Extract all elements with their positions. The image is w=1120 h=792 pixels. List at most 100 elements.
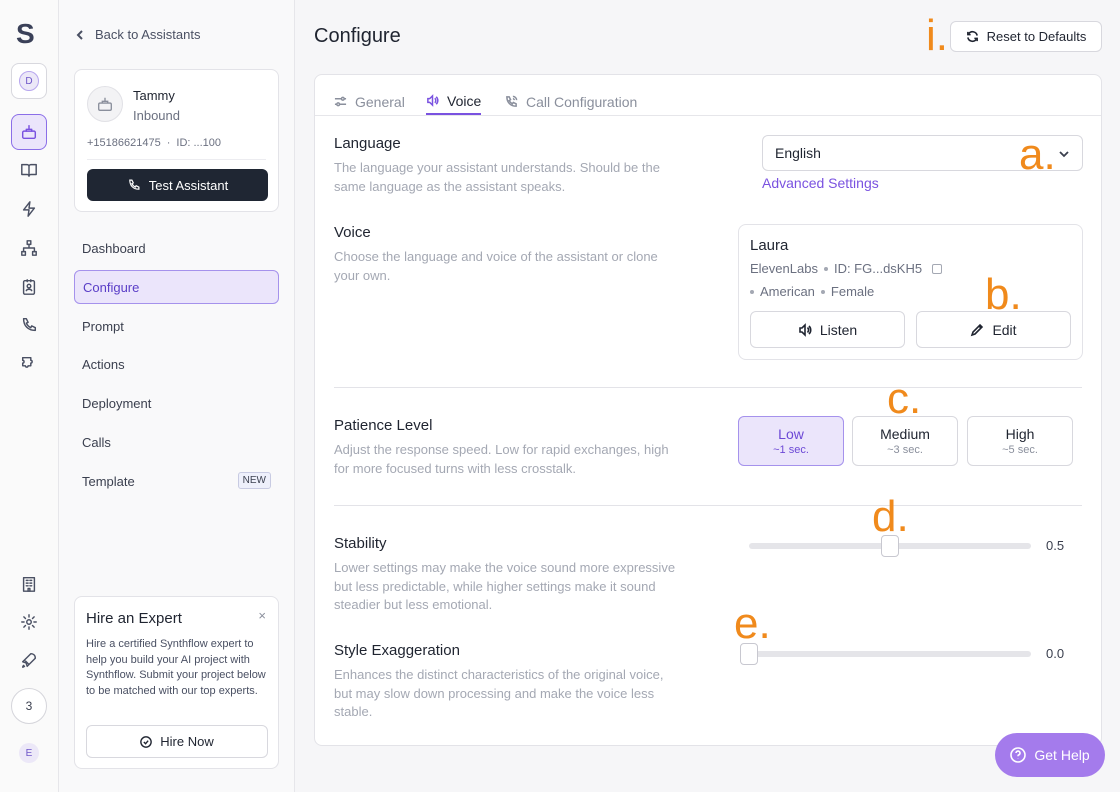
tab-general[interactable]: General	[334, 88, 405, 115]
style-description: Enhances the distinct characteristics of…	[334, 667, 664, 719]
actions-icon[interactable]	[11, 191, 47, 227]
advanced-settings-link[interactable]: Advanced Settings	[762, 175, 879, 191]
section-divider	[334, 387, 1082, 388]
assistant-card: Tammy Inbound +15186621475 · ID: ...100 …	[74, 69, 279, 212]
annotation-a: a.	[1019, 130, 1056, 179]
help-icon	[1010, 747, 1027, 763]
hire-now-button[interactable]: Hire Now	[86, 725, 268, 758]
workspace-avatar[interactable]: D	[11, 63, 47, 99]
listen-button[interactable]: Listen	[750, 311, 905, 348]
nav-calls[interactable]: Calls	[74, 425, 279, 459]
sliders-icon	[334, 96, 347, 107]
notification-count[interactable]: 3	[11, 688, 47, 724]
style-slider-thumb[interactable]	[740, 643, 758, 665]
nav-configure[interactable]: Configure	[74, 270, 279, 304]
speaker-icon	[799, 322, 812, 337]
chevron-left-icon	[76, 29, 83, 40]
tab-general-label: General	[355, 93, 405, 110]
hire-description: Hire a certified Synthflow expert to hel…	[86, 638, 266, 697]
dot-separator	[820, 289, 825, 294]
synthflow-logo[interactable]: S	[16, 18, 35, 50]
hire-now-label: Hire Now	[160, 734, 214, 749]
assistant-name: Tammy	[133, 88, 175, 103]
annotation-e: e.	[734, 599, 771, 648]
calls-icon[interactable]	[11, 307, 47, 343]
new-badge: NEW	[237, 472, 271, 489]
patience-low-button[interactable]: Low ~1 sec.	[738, 416, 844, 466]
integrations-icon[interactable]	[11, 346, 47, 382]
assistant-type: Inbound	[133, 108, 180, 123]
speaker-icon	[427, 94, 439, 107]
nav-deployment[interactable]: Deployment	[74, 386, 279, 420]
patience-high-sub: ~5 sec.	[1002, 444, 1038, 456]
launch-icon[interactable]	[11, 642, 47, 678]
tab-call-configuration[interactable]: Call Configuration	[505, 88, 637, 115]
voice-id: ID: FG...dsKH5	[833, 261, 923, 276]
patience-low-sub: ~1 sec.	[773, 444, 809, 456]
copy-icon[interactable]	[932, 263, 943, 274]
back-label: Back to Assistants	[95, 27, 201, 42]
assistant-avatar	[87, 86, 123, 122]
annotation-i: i.	[926, 11, 948, 60]
settings-icon[interactable]	[11, 604, 47, 640]
get-help-label: Get Help	[1034, 747, 1090, 763]
style-value: 0.0	[1046, 646, 1065, 661]
hire-title: Hire an Expert	[86, 610, 182, 627]
language-description: The language your assistant understands.…	[334, 160, 660, 194]
reset-label: Reset to Defaults	[986, 29, 1087, 44]
user-avatar[interactable]: E	[19, 743, 39, 763]
dot-separator	[750, 289, 754, 294]
stability-value: 0.5	[1046, 538, 1065, 553]
robot-icon	[98, 97, 112, 111]
voice-attributes-line: American Female	[750, 284, 874, 299]
style-slider[interactable]	[740, 643, 1031, 665]
get-help-button[interactable]: Get Help	[995, 733, 1105, 777]
chevron-down-icon	[1059, 151, 1069, 158]
patience-medium-button[interactable]: Medium ~3 sec.	[852, 416, 958, 466]
tab-voice-label: Voice	[447, 92, 482, 109]
assistants-icon[interactable]	[11, 114, 47, 150]
phone-call-icon	[506, 95, 518, 107]
knowledge-icon[interactable]	[11, 152, 47, 188]
voice-title: Voice	[334, 224, 371, 241]
pencil-icon	[971, 323, 984, 336]
annotation-c: c.	[887, 374, 922, 423]
patience-high-button[interactable]: High ~5 sec.	[967, 416, 1073, 466]
patience-title: Patience Level	[334, 417, 433, 434]
nav-actions[interactable]: Actions	[74, 347, 279, 381]
test-assistant-button[interactable]: Test Assistant	[87, 169, 268, 201]
contacts-icon[interactable]	[11, 269, 47, 305]
voice-card: Laura ElevenLabs ID: FG...dsKH5 American…	[738, 224, 1083, 360]
nav-template[interactable]: Template NEW	[74, 464, 279, 498]
nav-template-label: Template	[82, 473, 135, 489]
voice-description: Choose the language and voice of the ass…	[334, 249, 658, 283]
stability-slider[interactable]	[749, 535, 1031, 557]
stability-description: Lower settings may make the voice sound …	[334, 560, 676, 612]
tab-bar: General Voice Call Configuration	[315, 75, 1101, 116]
meta-separator: ·	[166, 137, 171, 149]
page-title: Configure	[314, 25, 401, 47]
language-value: English	[775, 145, 821, 161]
assistant-meta: +15186621475 · ID: ...100	[87, 137, 221, 149]
patience-low-label: Low	[778, 426, 804, 442]
patience-medium-sub: ~3 sec.	[887, 444, 923, 456]
refresh-icon	[966, 30, 978, 43]
tab-voice[interactable]: Voice	[426, 88, 482, 115]
close-icon[interactable]: ×	[258, 608, 266, 623]
flows-icon[interactable]	[11, 230, 47, 266]
voice-provider-line: ElevenLabs ID: FG...dsKH5	[750, 261, 943, 276]
reset-to-defaults-button[interactable]: Reset to Defaults	[950, 21, 1102, 52]
divider	[87, 159, 266, 160]
nav-dashboard[interactable]: Dashboard	[74, 231, 279, 265]
nav-prompt[interactable]: Prompt	[74, 309, 279, 343]
assistant-sidebar: Back to Assistants Tammy Inbound +151866…	[59, 0, 295, 792]
assistant-id: ID: ...100	[176, 137, 222, 149]
edit-label: Edit	[992, 321, 1017, 338]
configure-panel: General Voice Call Configuration Languag…	[314, 74, 1102, 746]
patience-description: Adjust the response speed. Low for rapid…	[334, 442, 669, 476]
voice-name: Laura	[750, 237, 789, 254]
company-icon[interactable]	[11, 566, 47, 602]
back-to-assistants-link[interactable]: Back to Assistants	[75, 27, 201, 42]
stability-slider-thumb[interactable]	[881, 535, 899, 557]
test-assistant-label: Test Assistant	[148, 177, 229, 193]
